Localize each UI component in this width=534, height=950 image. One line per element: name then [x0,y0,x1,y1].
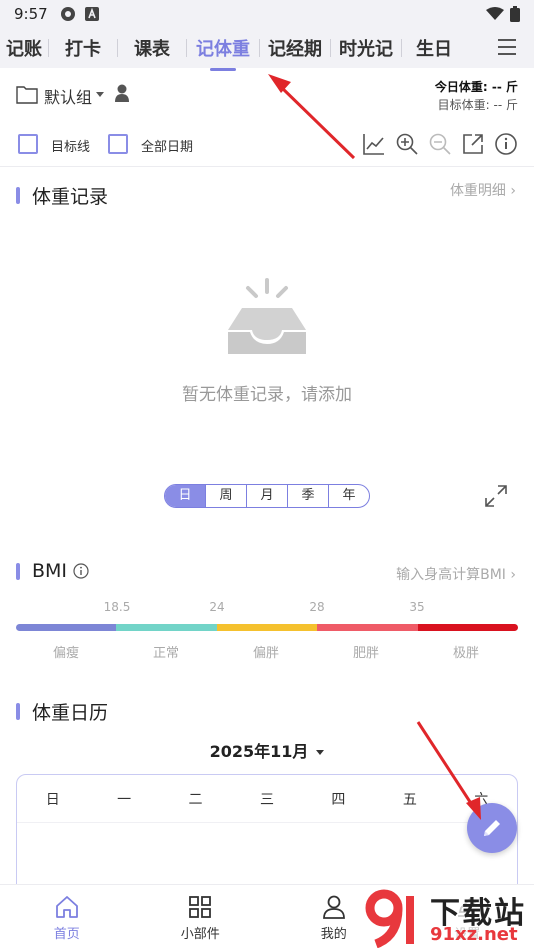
divider [0,166,534,167]
nav-profile-label: 我的 [320,927,347,942]
all-dates-label: 全部日期 [141,140,194,155]
home-icon [55,896,78,918]
active-tab-indicator [210,68,236,71]
sync-icon [60,7,75,21]
site-logo-icon [365,889,414,948]
bmi-segment-obese [317,624,418,631]
chevron-down-icon[interactable] [96,92,104,97]
bmi-label: 极胖 [452,646,479,661]
tab-period[interactable]: 记经期 [260,35,330,61]
weekday-label: 一 [117,791,132,808]
weight-calendar-title: 体重日历 [16,698,108,725]
weight-detail-link[interactable]: 体重明细 › [450,180,516,200]
watermark-domain: 91xz.net [430,924,518,945]
target-line-label: 目标线 [51,140,91,155]
bmi-calc-link[interactable]: 输入身高计算BMI › [396,564,516,584]
weekday-row: 日 一 二 三 四 五 六 [17,775,517,823]
today-weight: 今日体重: -- 斤 [434,80,518,94]
nav-home[interactable]: 首页 [0,885,134,950]
empty-inbox-icon [228,278,306,354]
top-tab-bar: 记账 打卡 课表 记体重 记经期 时光记 生日 [0,28,534,71]
bmi-segment-severe [417,624,518,631]
chevron-down-icon [316,750,325,755]
weight-record-heading: 体重记录 [32,186,109,208]
chart-options-row: 目标线 全部日期 [18,132,518,158]
export-icon[interactable] [461,132,485,156]
weight-record-title: 体重记录 [16,182,108,209]
grid-icon [189,896,212,918]
section-accent-bar [16,703,20,720]
period-week[interactable]: 周 [206,485,247,507]
period-quarter[interactable]: 季 [288,485,329,507]
tab-weight[interactable]: 记体重 [187,35,259,71]
nav-home-label: 首页 [53,927,80,942]
bmi-label: 偏瘦 [52,646,79,661]
pencil-icon [484,820,500,836]
group-selector[interactable]: 默认组 [44,84,92,108]
menu-icon[interactable] [496,36,518,58]
weekday-label: 五 [402,791,417,808]
period-segment-control: 日 周 月 季 年 [164,484,370,508]
nav-widgets-label: 小部件 [180,927,220,942]
tab-timetable[interactable]: 课表 [118,35,186,61]
zoom-in-icon[interactable] [395,132,419,156]
chevron-right-icon: › [510,567,516,583]
user-icon [322,895,345,919]
weight-calendar-heading: 体重日历 [32,702,109,724]
tab-checkin[interactable]: 打卡 [49,35,117,61]
wifi-icon [486,7,504,20]
line-chart-icon[interactable] [362,132,386,156]
bmi-tick: 28 [309,600,325,614]
month-label: 2025年11月 [209,742,309,761]
status-bar: 9:57 [0,0,534,28]
bmi-title: BMI [16,560,89,582]
bmi-label: 正常 [152,646,179,661]
target-weight[interactable]: 目标体重: -- 斤 [435,96,518,114]
watermark: 下载站 91xz.net [362,886,534,950]
section-accent-bar [16,562,20,580]
tab-birthday[interactable]: 生日 [402,35,466,61]
period-month[interactable]: 月 [247,485,288,507]
bmi-label: 肥胖 [352,646,379,661]
weekday-label: 二 [188,791,203,808]
section-accent-bar [16,187,20,204]
info-icon[interactable] [494,132,518,156]
tab-bookkeeping[interactable]: 记账 [0,35,48,61]
bmi-calc-label: 输入身高计算BMI [396,567,506,583]
period-year[interactable]: 年 [329,485,369,507]
month-picker[interactable]: 2025年11月 [0,738,534,762]
weight-info: 今日体重: -- 斤 目标体重: -- 斤 [435,78,518,114]
bmi-tick: 35 [409,600,425,614]
bmi-tick: 24 [209,600,225,614]
battery-icon [510,6,520,22]
chevron-right-icon: › [510,183,516,199]
empty-state-text: 暂无体重记录，请添加 [182,385,352,405]
period-day[interactable]: 日 [165,485,206,507]
weekday-label: 日 [45,791,60,808]
all-dates-checkbox[interactable] [108,134,128,154]
weight-detail-label: 体重明细 [449,183,506,199]
tab-timeline[interactable]: 时光记 [331,35,401,61]
target-line-checkbox[interactable] [18,134,38,154]
nav-widgets[interactable]: 小部件 [134,885,268,950]
expand-icon[interactable] [484,484,508,508]
bmi-label: 偏胖 [252,646,279,661]
folder-icon [16,86,38,104]
bmi-segment-normal [116,624,217,631]
weekday-label: 四 [331,791,346,808]
bmi-scale-bar [16,624,518,631]
bmi-segment-underweight [16,624,117,631]
zoom-out-icon[interactable] [428,132,452,156]
status-time: 9:57 [14,5,48,23]
bmi-heading: BMI [32,560,68,582]
bmi-segment-overweight [216,624,318,631]
bmi-tick: 18.5 [103,600,131,614]
add-record-button[interactable] [467,803,517,853]
app-a-icon [84,7,99,21]
person-icon[interactable] [114,83,130,103]
group-row: 默认组 今日体重: -- 斤 目标体重: -- 斤 [16,78,518,114]
weekday-label: 三 [259,791,274,808]
info-icon[interactable] [73,563,89,579]
